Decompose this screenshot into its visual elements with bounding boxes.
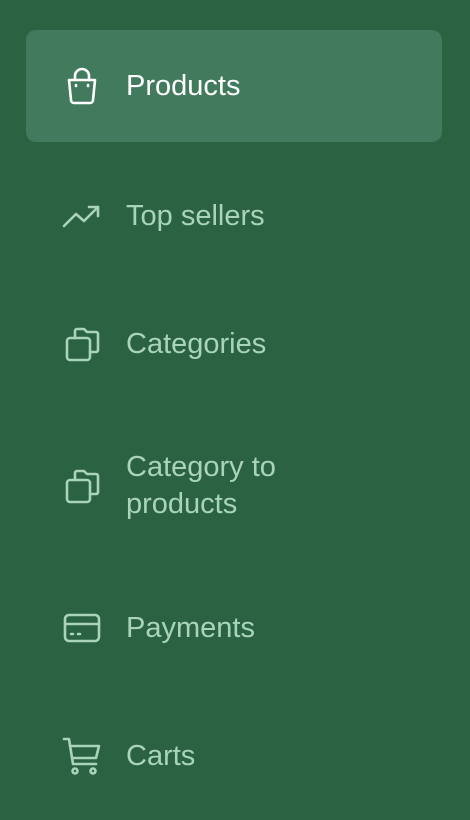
sidebar-item-label: Category to products <box>126 451 276 520</box>
shopping-bag-icon <box>60 64 104 108</box>
sidebar-item-category-to-products[interactable]: Category to products <box>26 422 442 550</box>
folders-icon <box>60 464 104 508</box>
sidebar-item-label: Carts <box>126 739 196 772</box>
sidebar-item-carts[interactable]: Carts <box>26 700 442 812</box>
sidebar-item-label: Payments <box>126 611 255 644</box>
folders-icon <box>60 322 104 366</box>
sidebar-item-categories[interactable]: Categories <box>26 288 442 400</box>
sidebar-item-label: Products <box>126 69 241 102</box>
trending-up-icon <box>60 194 104 238</box>
sidebar-item-label: Top sellers <box>126 199 265 232</box>
sidebar-nav: Products Top sellers Categories Category <box>0 0 470 820</box>
sidebar-item-products[interactable]: Products <box>26 30 442 142</box>
sidebar-item-top-sellers[interactable]: Top sellers <box>26 160 442 272</box>
credit-card-icon <box>60 606 104 650</box>
shopping-cart-icon <box>60 734 104 778</box>
sidebar-item-label: Categories <box>126 327 267 360</box>
sidebar-item-payments[interactable]: Payments <box>26 572 442 684</box>
